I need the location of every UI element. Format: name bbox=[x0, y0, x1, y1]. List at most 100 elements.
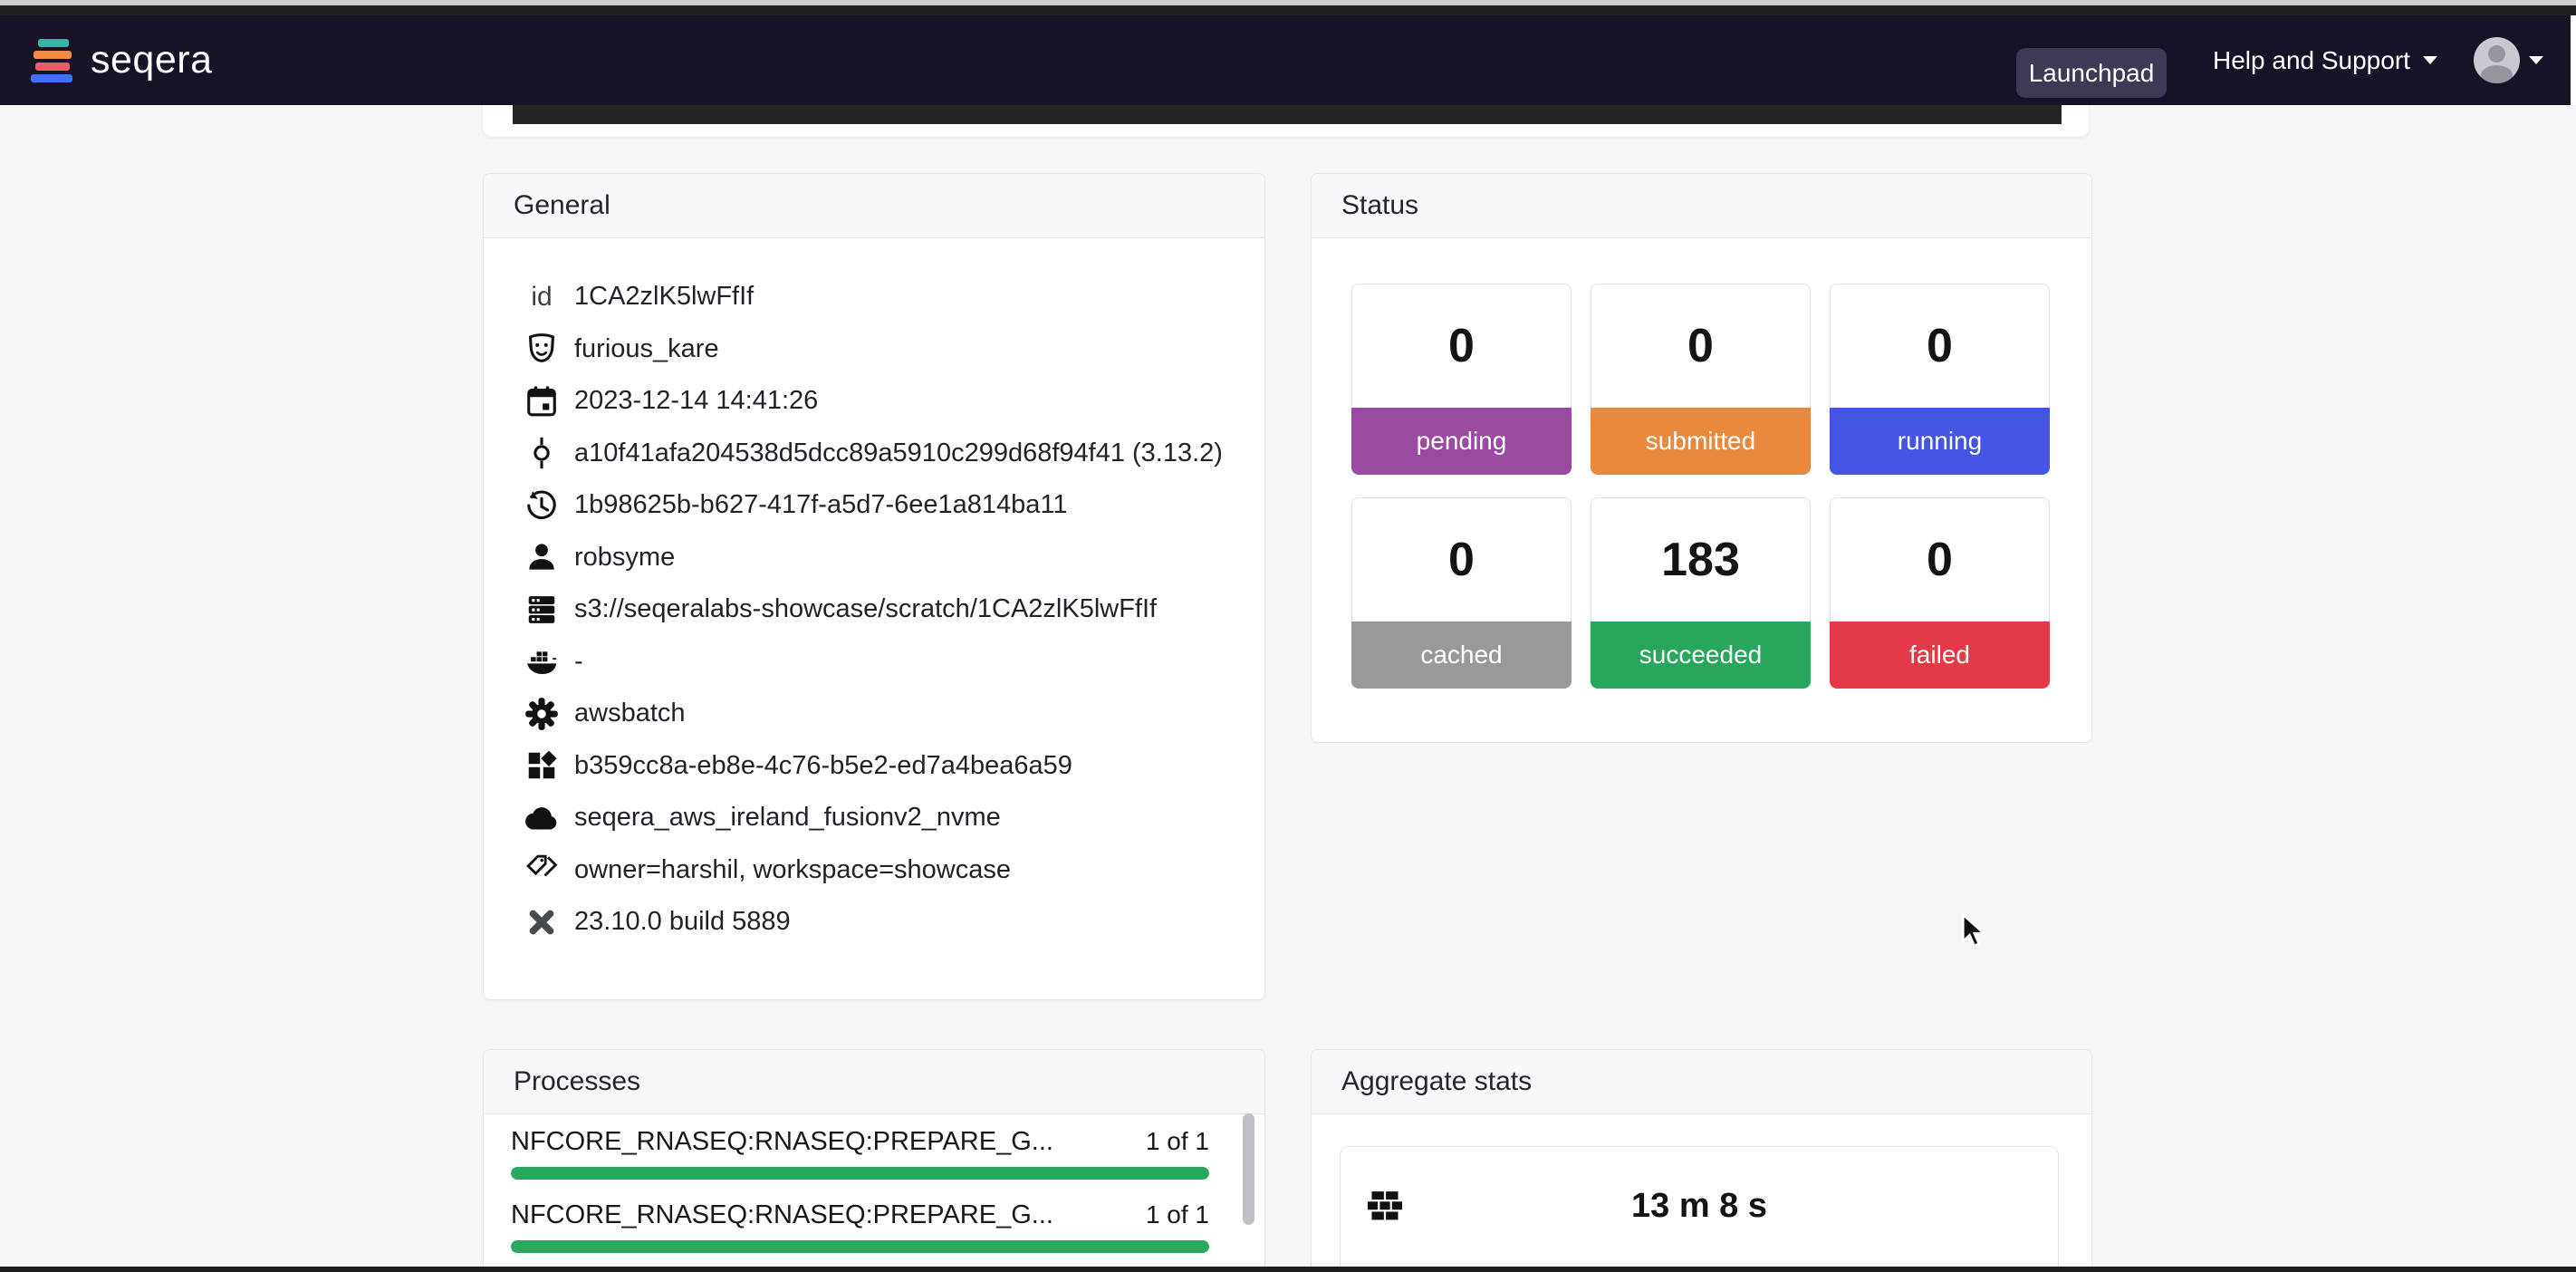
run-name-icon bbox=[522, 329, 562, 369]
general-row-id: id 1CA2zlK5lwFfIf bbox=[522, 271, 1246, 323]
executor-value: awsbatch bbox=[574, 699, 686, 728]
general-row-container: - bbox=[522, 636, 1246, 689]
status-card-succeeded: 183 succeeded bbox=[1591, 497, 1811, 689]
cached-count: 0 bbox=[1351, 497, 1572, 622]
brand-name: seqera bbox=[91, 38, 212, 82]
process-count: 1 of 1 bbox=[1146, 1200, 1209, 1229]
compute-env-cloud-icon bbox=[522, 798, 562, 838]
compute-env-id-value: b359cc8a-eb8e-4c76-b5e2-ed7a4bea6a59 bbox=[574, 751, 1072, 781]
general-panel-title: General bbox=[514, 190, 610, 221]
commit-value: a10f41afa204538d5dcc89a5910c299d68f94f41… bbox=[574, 438, 1223, 468]
user-value: robsyme bbox=[574, 543, 675, 573]
failed-chip[interactable]: failed bbox=[1830, 622, 2050, 689]
session-history-icon bbox=[522, 486, 562, 525]
submitted-count: 0 bbox=[1591, 284, 1811, 408]
running-count: 0 bbox=[1830, 284, 2050, 408]
run-command-card bbox=[483, 105, 2089, 137]
seqera-logo-icon bbox=[31, 39, 74, 84]
status-card-running: 0 running bbox=[1830, 284, 2050, 475]
succeeded-chip[interactable]: succeeded bbox=[1591, 622, 1811, 689]
general-row-workdir: s3://seqeralabs-showcase/scratch/1CA2zlK… bbox=[522, 583, 1246, 636]
process-row[interactable]: NFCORE_RNASEQ:RNASEQ:PREPARE_G... 1 of 1 bbox=[511, 1200, 1209, 1253]
id-label: id bbox=[522, 277, 562, 317]
general-row-session: 1b98625b-b627-417f-a5d7-6ee1a814ba11 bbox=[522, 479, 1246, 532]
status-card-cached: 0 cached bbox=[1351, 497, 1572, 689]
mouse-cursor bbox=[1960, 913, 1991, 955]
processes-panel-header: Processes bbox=[484, 1050, 1264, 1114]
process-list: NFCORE_RNASEQ:RNASEQ:PREPARE_G... 1 of 1… bbox=[511, 1127, 1209, 1272]
user-menu[interactable] bbox=[2474, 15, 2543, 105]
process-count: 1 of 1 bbox=[1146, 1127, 1209, 1156]
brand-logo[interactable]: seqera bbox=[31, 15, 212, 105]
status-panel-title: Status bbox=[1341, 190, 1418, 221]
run-name-value: furious_kare bbox=[574, 334, 719, 364]
help-and-support-menu[interactable]: Help and Support bbox=[2213, 15, 2437, 105]
pending-count: 0 bbox=[1351, 284, 1572, 408]
session-id-value: 1b98625b-b627-417f-a5d7-6ee1a814ba11 bbox=[574, 490, 1068, 520]
work-dir-icon bbox=[522, 590, 562, 630]
general-row-executor: awsbatch bbox=[522, 688, 1246, 740]
general-rows: id 1CA2zlK5lwFfIf furious_kare 2023-12-1… bbox=[522, 271, 1246, 949]
general-row-nextflow-version: 23.10.0 build 5889 bbox=[522, 896, 1246, 949]
run-command-box bbox=[513, 105, 2062, 124]
container-value: - bbox=[574, 647, 583, 677]
launchpad-button[interactable]: Launchpad bbox=[2016, 48, 2167, 98]
frame-top-dark-strip bbox=[0, 5, 2576, 15]
general-row-run-name: furious_kare bbox=[522, 323, 1246, 376]
nextflow-version-value: 23.10.0 build 5889 bbox=[574, 907, 791, 937]
frame-bottom-dark-strip bbox=[0, 1267, 2576, 1272]
process-progress-bar bbox=[511, 1167, 1209, 1180]
run-id-value: 1CA2zlK5lwFfIf bbox=[574, 282, 754, 312]
tags-icon bbox=[522, 850, 562, 890]
general-row-user: robsyme bbox=[522, 532, 1246, 584]
status-panel-header: Status bbox=[1312, 174, 2091, 238]
running-chip[interactable]: running bbox=[1830, 408, 2050, 475]
aggregate-stats-title: Aggregate stats bbox=[1341, 1066, 1532, 1097]
process-progress-bar bbox=[511, 1240, 1209, 1253]
processes-scrollbar-thumb[interactable] bbox=[1243, 1113, 1254, 1225]
general-row-tags: owner=harshil, workspace=showcase bbox=[522, 844, 1246, 897]
failed-count: 0 bbox=[1830, 497, 2050, 622]
git-commit-icon bbox=[522, 433, 562, 473]
general-row-compute-env-id: b359cc8a-eb8e-4c76-b5e2-ed7a4bea6a59 bbox=[522, 740, 1246, 793]
avatar bbox=[2474, 37, 2520, 83]
process-name: NFCORE_RNASEQ:RNASEQ:PREPARE_G... bbox=[511, 1200, 1053, 1230]
submitted-chip[interactable]: submitted bbox=[1591, 408, 1811, 475]
general-row-commit: a10f41afa204538d5dcc89a5910c299d68f94f41… bbox=[522, 428, 1246, 480]
wall-time-card: 13 m 8 s bbox=[1340, 1146, 2059, 1272]
user-icon bbox=[522, 537, 562, 577]
chevron-down-icon bbox=[2423, 56, 2437, 64]
general-row-compute-env: seqera_aws_ireland_fusionv2_nvme bbox=[522, 792, 1246, 844]
status-card-submitted: 0 submitted bbox=[1591, 284, 1811, 475]
compute-env-value: seqera_aws_ireland_fusionv2_nvme bbox=[574, 803, 1001, 833]
general-row-start-date: 2023-12-14 14:41:26 bbox=[522, 375, 1246, 428]
cached-chip[interactable]: cached bbox=[1351, 622, 1572, 689]
nextflow-version-icon bbox=[522, 902, 562, 942]
start-date-value: 2023-12-14 14:41:26 bbox=[574, 386, 818, 416]
tags-value: owner=harshil, workspace=showcase bbox=[574, 855, 1011, 885]
help-and-support-label: Help and Support bbox=[2213, 46, 2410, 75]
run-details-page: seqera Launchpad Help and Support Genera… bbox=[0, 0, 2576, 1272]
pending-chip[interactable]: pending bbox=[1351, 408, 1572, 475]
aggregate-stats-header: Aggregate stats bbox=[1312, 1050, 2091, 1114]
status-panel: Status 0 pending 0 submitted 0 running 0… bbox=[1311, 173, 2092, 743]
container-icon bbox=[522, 641, 562, 681]
work-dir-value: s3://seqeralabs-showcase/scratch/1CA2zlK… bbox=[574, 594, 1157, 624]
wall-time-value: 13 m 8 s bbox=[1341, 1187, 2058, 1226]
processes-panel: Processes NFCORE_RNASEQ:RNASEQ:PREPARE_G… bbox=[483, 1049, 1265, 1272]
succeeded-count: 183 bbox=[1591, 497, 1811, 622]
general-panel-header: General bbox=[484, 174, 1264, 238]
aggregate-stats-panel: Aggregate stats 13 m 8 s bbox=[1311, 1049, 2092, 1272]
compute-env-id-icon bbox=[522, 746, 562, 785]
processes-panel-title: Processes bbox=[514, 1066, 640, 1097]
process-row[interactable]: NFCORE_RNASEQ:RNASEQ:PREPARE_G... 1 of 1 bbox=[511, 1127, 1209, 1180]
general-panel: General id 1CA2zlK5lwFfIf furious_kare 2… bbox=[483, 173, 1265, 1000]
status-card-pending: 0 pending bbox=[1351, 284, 1572, 475]
chevron-down-icon bbox=[2529, 56, 2543, 64]
scrollbar-track[interactable] bbox=[2571, 15, 2576, 105]
calendar-icon bbox=[522, 381, 562, 421]
top-nav: seqera Launchpad Help and Support bbox=[0, 15, 2576, 105]
executor-gear-icon bbox=[522, 694, 562, 734]
process-name: NFCORE_RNASEQ:RNASEQ:PREPARE_G... bbox=[511, 1127, 1053, 1157]
status-card-failed: 0 failed bbox=[1830, 497, 2050, 689]
